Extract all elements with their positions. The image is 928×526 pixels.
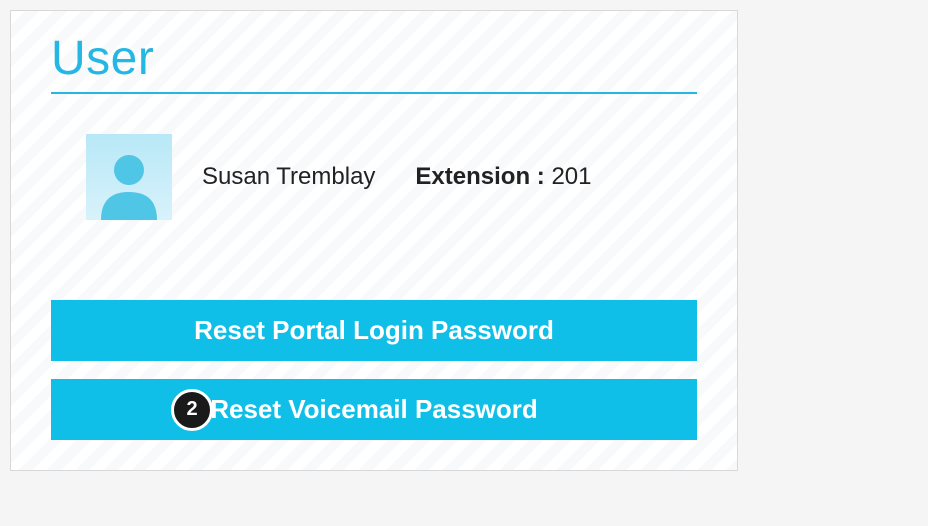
reset-portal-login-button[interactable]: Reset Portal Login Password [51, 300, 697, 361]
extension-display: Extension : 201 [415, 163, 591, 191]
button-row-voicemail: 2 Reset Voicemail Password [51, 379, 697, 440]
title-underline [51, 92, 697, 94]
button-row-portal: Reset Portal Login Password [51, 300, 697, 361]
user-name: Susan Tremblay [202, 163, 375, 191]
avatar [86, 134, 172, 220]
step-badge: 2 [171, 389, 213, 431]
user-panel: User Susan Tremblay Extension : 201 Rese… [10, 10, 738, 471]
person-icon [91, 144, 167, 220]
extension-label: Extension : [415, 163, 544, 190]
extension-value: 201 [551, 163, 591, 190]
user-info-row: Susan Tremblay Extension : 201 [51, 134, 697, 220]
reset-voicemail-button[interactable]: Reset Voicemail Password [51, 379, 697, 440]
section-title: User [51, 31, 697, 92]
